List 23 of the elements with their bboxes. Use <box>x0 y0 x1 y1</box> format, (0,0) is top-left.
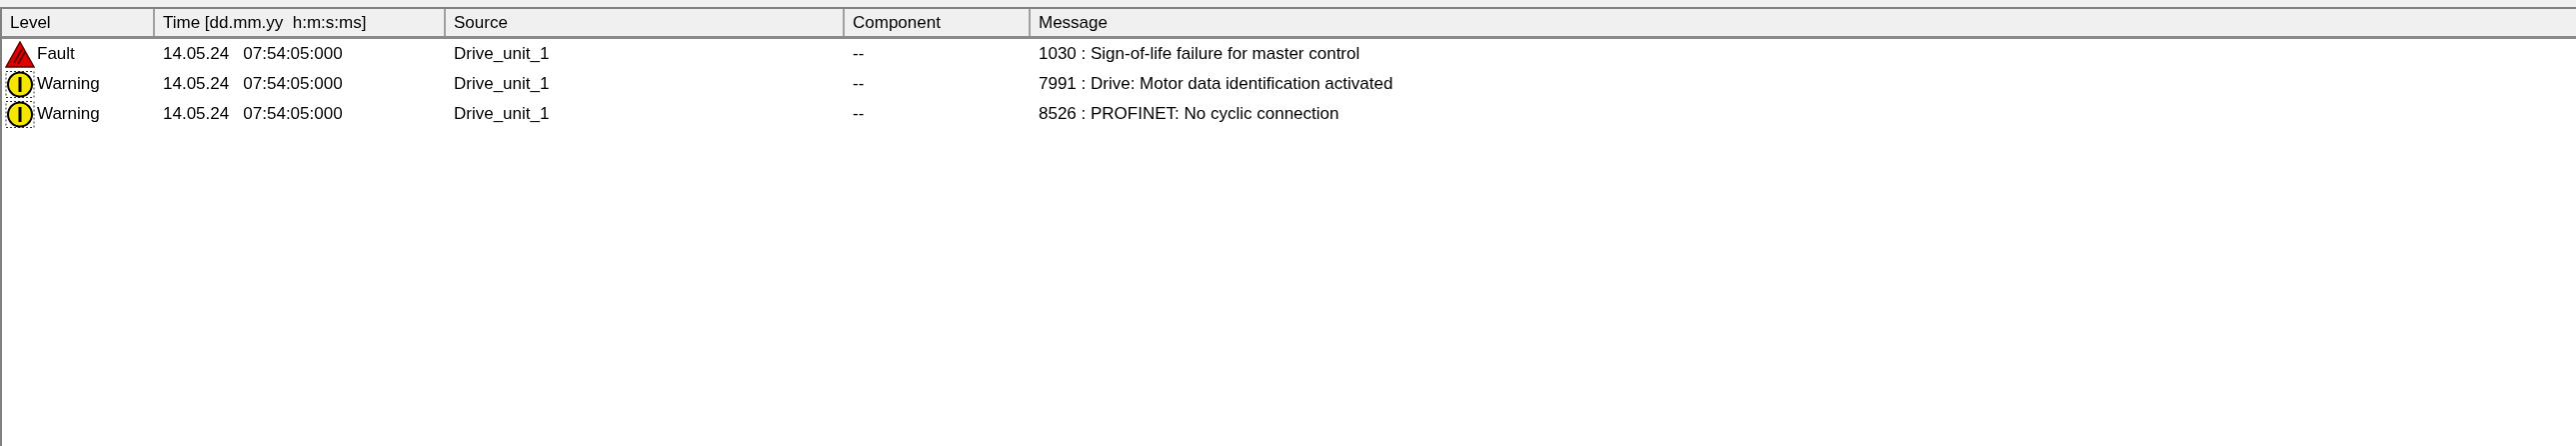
time-cell: 14.05.24 07:54:05:000 <box>163 104 343 123</box>
component-cell: -- <box>853 104 865 123</box>
column-header[interactable]: Level <box>2 9 155 36</box>
message-cell: 1030 : Sign-of-life failure for master control <box>1039 44 1360 63</box>
column-header[interactable]: Component <box>845 9 1031 36</box>
level-text: Warning <box>37 104 100 124</box>
message-cell: 7991 : Drive: Motor data identification activated <box>1039 74 1393 93</box>
level-text: Warning <box>37 74 100 94</box>
time-cell: 14.05.24 07:54:05:000 <box>163 44 343 63</box>
source-cell: Drive_unit_1 <box>454 44 550 63</box>
column-header[interactable]: Time [dd.mm.yy h:m:s:ms] <box>155 9 446 36</box>
warning-icon <box>5 70 35 98</box>
column-header[interactable]: Source <box>446 9 845 36</box>
source-cell: Drive_unit_1 <box>454 104 550 123</box>
component-cell: -- <box>853 44 865 63</box>
fault-icon <box>5 40 35 68</box>
component-cell: -- <box>853 74 865 93</box>
message-cell: 8526 : PROFINET: No cyclic connection <box>1039 104 1339 123</box>
source-cell: Drive_unit_1 <box>454 74 550 93</box>
level-text: Fault <box>37 44 75 64</box>
column-header[interactable]: Message <box>1031 9 2576 36</box>
time-cell: 14.05.24 07:54:05:000 <box>163 74 343 93</box>
warning-icon <box>5 100 35 128</box>
